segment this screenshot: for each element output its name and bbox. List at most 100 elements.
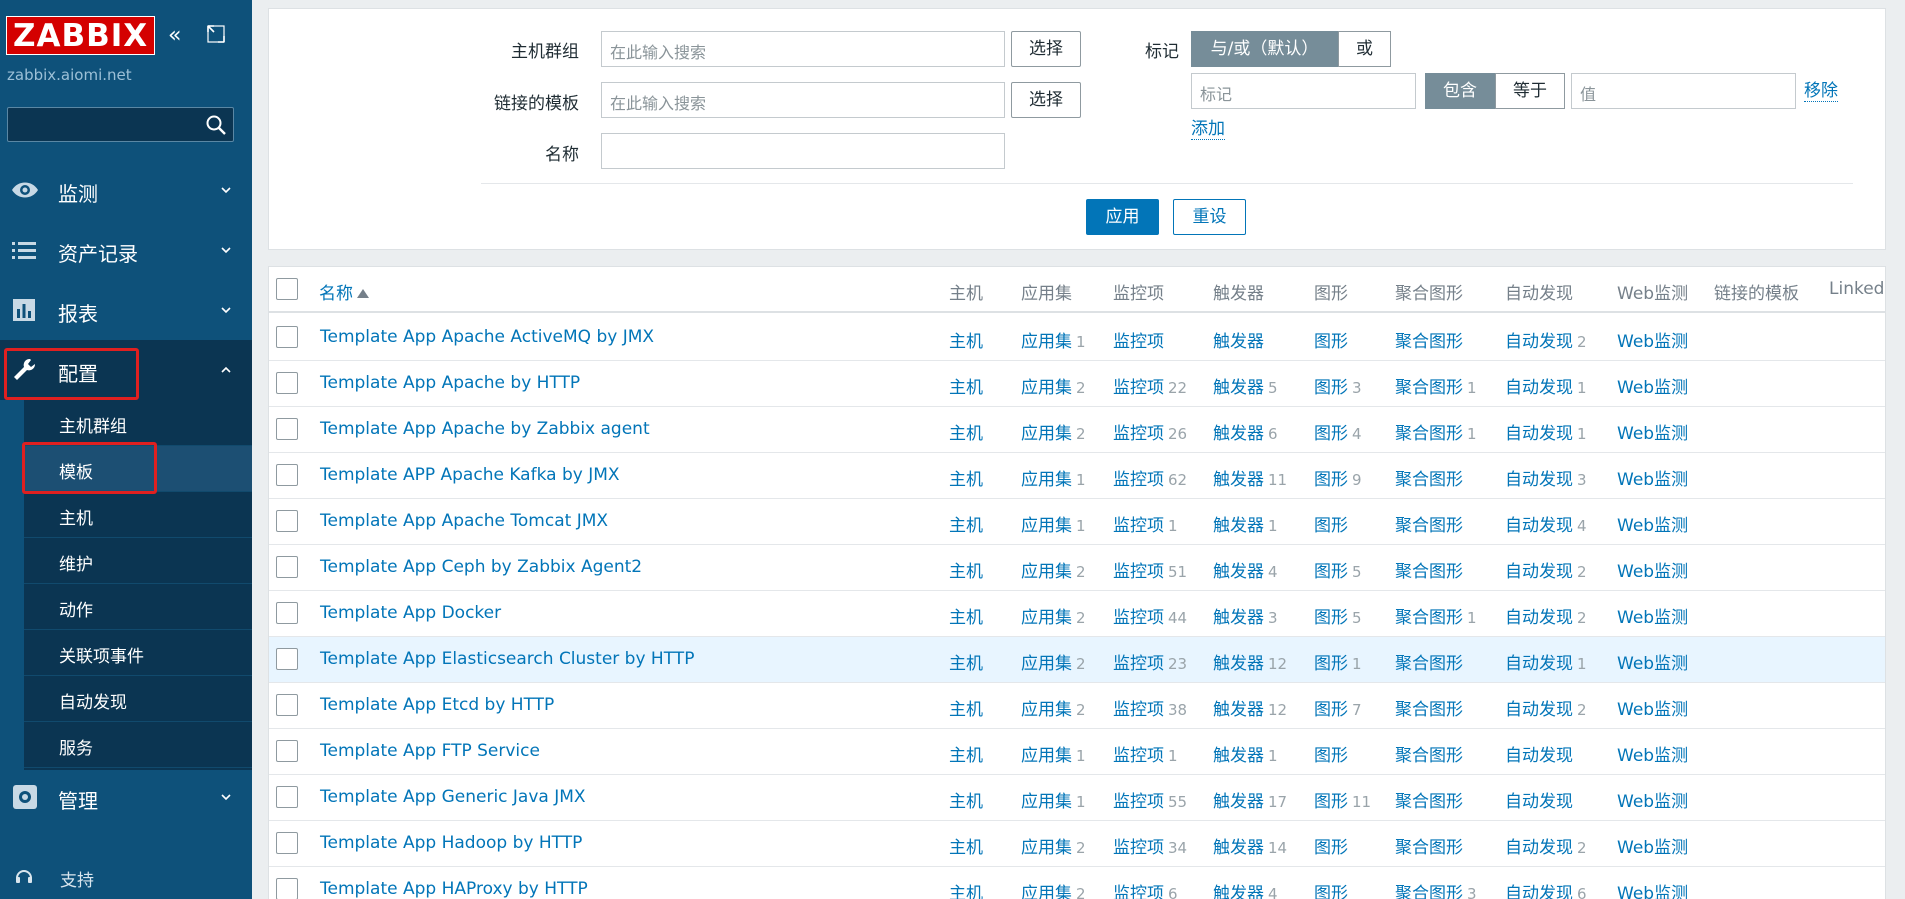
cell-triggers[interactable]: 触发器 17 xyxy=(1213,787,1287,812)
cell-graphs[interactable]: 图形 7 xyxy=(1314,695,1362,720)
cell-screens[interactable]: 聚合图形 1 xyxy=(1395,603,1477,628)
cell-applications[interactable]: 应用集 2 xyxy=(1021,373,1086,398)
template-name-link[interactable]: Template APP Apache Kafka by JMX xyxy=(320,465,620,485)
cell-triggers[interactable]: 触发器 4 xyxy=(1213,557,1278,582)
tag-contains-toggle[interactable]: 包含 xyxy=(1425,73,1495,109)
cell-screens[interactable]: 聚合图形 xyxy=(1395,787,1463,812)
cell-discovery[interactable]: 自动发现 xyxy=(1505,741,1573,766)
cell-items[interactable]: 监控项 22 xyxy=(1113,373,1187,398)
menu-administration[interactable]: 管理 xyxy=(0,767,252,827)
cell-web[interactable]: Web监测 xyxy=(1617,419,1688,444)
row-checkbox[interactable] xyxy=(276,556,298,578)
select-all-checkbox[interactable] xyxy=(276,278,298,300)
cell-screens[interactable]: 聚合图形 xyxy=(1395,695,1463,720)
cell-discovery[interactable]: 自动发现 2 xyxy=(1505,327,1587,352)
submenu-item-discovery[interactable]: 自动发现 xyxy=(24,676,252,722)
tag-add-link[interactable]: 添加 xyxy=(1191,119,1225,140)
cell-items[interactable]: 监控项 1 xyxy=(1113,511,1178,536)
hostgroups-input[interactable]: 在此输入搜索 xyxy=(601,31,1005,67)
cell-items[interactable]: 监控项 23 xyxy=(1113,649,1187,674)
cell-screens[interactable]: 聚合图形 1 xyxy=(1395,419,1477,444)
submenu-item-services[interactable]: 服务 xyxy=(24,722,252,768)
cell-applications[interactable]: 应用集 1 xyxy=(1021,465,1086,490)
cell-items[interactable]: 监控项 62 xyxy=(1113,465,1187,490)
cell-triggers[interactable]: 触发器 1 xyxy=(1213,511,1278,536)
cell-graphs[interactable]: 图形 xyxy=(1314,511,1348,536)
cell-items[interactable]: 监控项 44 xyxy=(1113,603,1187,628)
cell-screens[interactable]: 聚合图形 xyxy=(1395,833,1463,858)
cell-web[interactable]: Web监测 xyxy=(1617,511,1688,536)
cell-web[interactable]: Web监测 xyxy=(1617,465,1688,490)
menu-inventory[interactable]: 资产记录 xyxy=(0,220,252,280)
template-name-link[interactable]: Template App Docker xyxy=(320,603,501,623)
row-checkbox[interactable] xyxy=(276,418,298,440)
reset-button[interactable]: 重设 xyxy=(1173,199,1246,235)
cell-triggers[interactable]: 触发器 12 xyxy=(1213,649,1287,674)
zabbix-logo[interactable]: ZABBIX xyxy=(6,16,156,55)
cell-web[interactable]: Web监测 xyxy=(1617,695,1688,720)
cell-items[interactable]: 监控项 34 xyxy=(1113,833,1187,858)
cell-triggers[interactable]: 触发器 14 xyxy=(1213,833,1287,858)
cell-items[interactable]: 监控项 55 xyxy=(1113,787,1187,812)
cell-triggers[interactable]: 触发器 4 xyxy=(1213,879,1278,899)
header-name[interactable]: 名称 xyxy=(319,279,369,304)
cell-hosts[interactable]: 主机 xyxy=(949,695,983,720)
cell-hosts[interactable]: 主机 xyxy=(949,649,983,674)
cell-applications[interactable]: 应用集 2 xyxy=(1021,419,1086,444)
row-checkbox[interactable] xyxy=(276,694,298,716)
cell-triggers[interactable]: 触发器 3 xyxy=(1213,603,1278,628)
cell-graphs[interactable]: 图形 5 xyxy=(1314,557,1362,582)
submenu-item-actions[interactable]: 动作 xyxy=(24,584,252,630)
cell-applications[interactable]: 应用集 1 xyxy=(1021,741,1086,766)
cell-web[interactable]: Web监测 xyxy=(1617,373,1688,398)
cell-graphs[interactable]: 图形 xyxy=(1314,833,1348,858)
row-checkbox[interactable] xyxy=(276,372,298,394)
cell-applications[interactable]: 应用集 2 xyxy=(1021,879,1086,899)
cell-discovery[interactable]: 自动发现 2 xyxy=(1505,557,1587,582)
tag-remove-link[interactable]: 移除 xyxy=(1804,81,1838,102)
cell-applications[interactable]: 应用集 1 xyxy=(1021,327,1086,352)
search-icon[interactable] xyxy=(205,114,227,136)
cell-web[interactable]: Web监测 xyxy=(1617,327,1688,352)
cell-applications[interactable]: 应用集 1 xyxy=(1021,787,1086,812)
row-checkbox[interactable] xyxy=(276,740,298,762)
cell-screens[interactable]: 聚合图形 xyxy=(1395,741,1463,766)
cell-discovery[interactable]: 自动发现 6 xyxy=(1505,879,1587,899)
cell-graphs[interactable]: 图形 xyxy=(1314,741,1348,766)
cell-hosts[interactable]: 主机 xyxy=(949,603,983,628)
menu-monitoring[interactable]: 监测 xyxy=(0,160,252,220)
cell-hosts[interactable]: 主机 xyxy=(949,419,983,444)
cell-graphs[interactable]: 图形 9 xyxy=(1314,465,1362,490)
cell-applications[interactable]: 应用集 1 xyxy=(1021,511,1086,536)
submenu-item-hosts[interactable]: 主机 xyxy=(24,492,252,538)
cell-discovery[interactable]: 自动发现 1 xyxy=(1505,649,1587,674)
cell-discovery[interactable]: 自动发现 3 xyxy=(1505,465,1587,490)
row-checkbox[interactable] xyxy=(276,602,298,624)
row-checkbox[interactable] xyxy=(276,464,298,486)
submenu-item-maintenance[interactable]: 维护 xyxy=(24,538,252,584)
cell-items[interactable]: 监控项 26 xyxy=(1113,419,1187,444)
cell-web[interactable]: Web监测 xyxy=(1617,603,1688,628)
cell-web[interactable]: Web监测 xyxy=(1617,787,1688,812)
cell-items[interactable]: 监控项 6 xyxy=(1113,879,1178,899)
tag-name-input[interactable]: 标记 xyxy=(1191,73,1416,109)
cell-graphs[interactable]: 图形 4 xyxy=(1314,419,1362,444)
cell-hosts[interactable]: 主机 xyxy=(949,327,983,352)
cell-graphs[interactable]: 图形 xyxy=(1314,327,1348,352)
cell-items[interactable]: 监控项 1 xyxy=(1113,741,1178,766)
row-checkbox[interactable] xyxy=(276,878,298,899)
sidebar-search-input[interactable] xyxy=(7,107,234,142)
linked-templates-input[interactable]: 在此输入搜索 xyxy=(601,82,1005,118)
template-name-link[interactable]: Template App Apache ActiveMQ by JMX xyxy=(320,327,654,347)
cell-graphs[interactable]: 图形 1 xyxy=(1314,649,1362,674)
cell-screens[interactable]: 聚合图形 xyxy=(1395,511,1463,536)
cell-applications[interactable]: 应用集 2 xyxy=(1021,695,1086,720)
cell-hosts[interactable]: 主机 xyxy=(949,557,983,582)
cell-hosts[interactable]: 主机 xyxy=(949,511,983,536)
cell-applications[interactable]: 应用集 2 xyxy=(1021,603,1086,628)
submenu-item-templates[interactable]: 模板 xyxy=(24,446,252,492)
template-name-link[interactable]: Template App Generic Java JMX xyxy=(320,787,586,807)
cell-screens[interactable]: 聚合图形 xyxy=(1395,327,1463,352)
template-name-link[interactable]: Template App Apache by HTTP xyxy=(320,373,580,393)
template-name-link[interactable]: Template App Elasticsearch Cluster by HT… xyxy=(320,649,694,669)
